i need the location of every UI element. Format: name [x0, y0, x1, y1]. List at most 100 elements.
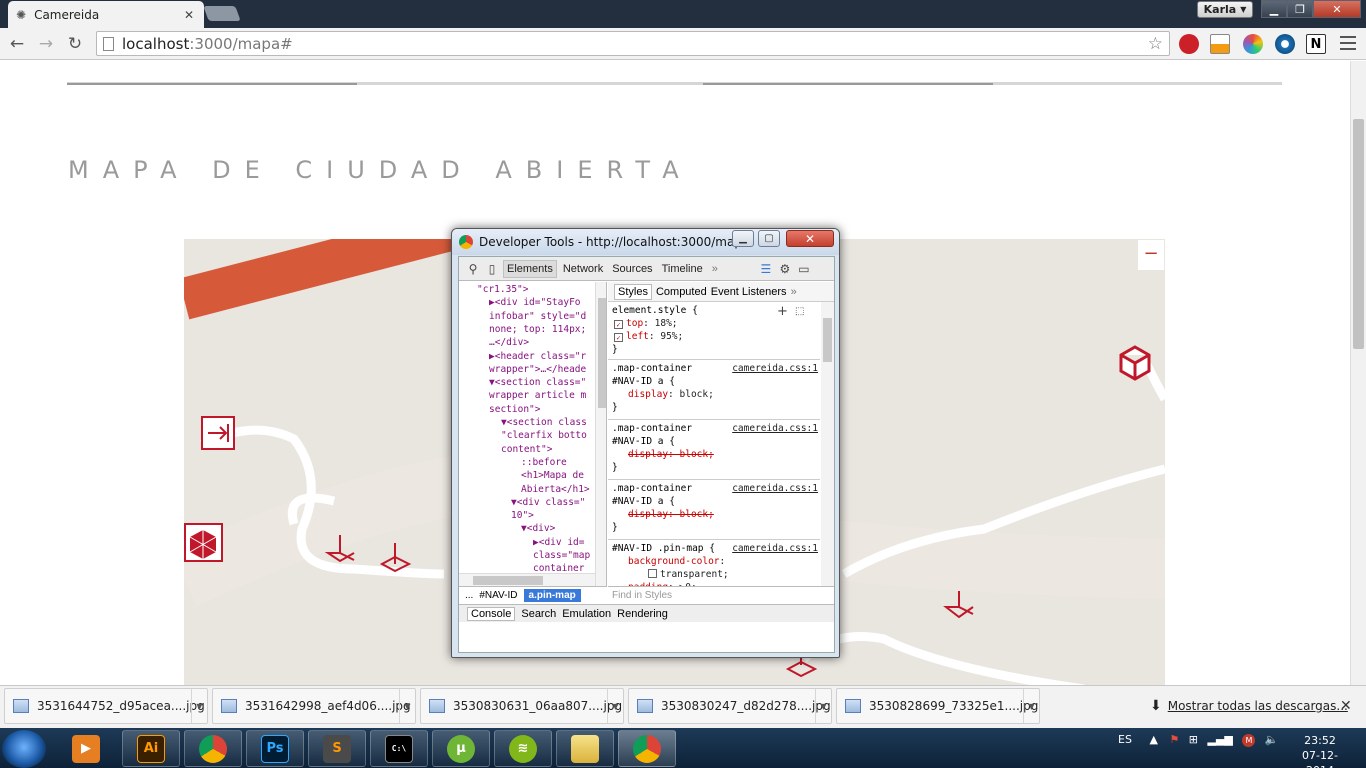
tab-emulation[interactable]: Emulation — [562, 608, 611, 620]
rule-source-link[interactable]: camereida.css:1 — [732, 422, 818, 435]
taskbar-utorrent[interactable]: µ — [432, 730, 490, 767]
news-extension-icon[interactable] — [1210, 34, 1230, 54]
reload-button[interactable]: ↻ — [64, 33, 86, 55]
dom-node-line[interactable]: ▼<section class — [501, 416, 587, 429]
dom-node-line[interactable]: "clearfix botto — [501, 429, 587, 442]
find-in-styles-input[interactable]: Find in Styles — [608, 586, 834, 604]
dom-node-line[interactable]: ▶<div id="StayFo — [489, 296, 581, 309]
close-window-button[interactable]: ✕ — [1313, 0, 1361, 18]
tab-timeline[interactable]: Timeline — [659, 261, 706, 277]
taskbar-chrome-active[interactable] — [618, 730, 676, 767]
dom-node-line[interactable]: Abierta</h1> — [521, 483, 590, 496]
address-bar[interactable]: localhost:3000/mapa# ☆ — [96, 31, 1170, 56]
download-menu-chevron-icon[interactable]: ▼ — [399, 689, 415, 723]
rule-source-link[interactable]: camereida.css:1 — [732, 542, 818, 555]
style-rule[interactable]: .map-container #NAV-ID a {camereida.css:… — [608, 482, 820, 540]
dom-node-line[interactable]: "cr1.35"> — [477, 283, 528, 296]
minimize-button[interactable]: ▁ — [1261, 0, 1287, 18]
scrollbar-thumb[interactable] — [473, 576, 543, 585]
tab-rendering[interactable]: Rendering — [617, 608, 668, 620]
show-all-downloads-link[interactable]: Mostrar todas las descargas... — [1168, 699, 1348, 713]
devtools-maximize-button[interactable]: ▢ — [758, 230, 780, 247]
back-button[interactable]: ← — [6, 33, 28, 55]
volume-icon[interactable]: 🔈 — [1265, 733, 1279, 746]
start-button[interactable] — [2, 730, 46, 768]
download-item[interactable]: 3530828699_73325e1....jpg ▼ — [836, 688, 1040, 724]
extension-globe-icon[interactable] — [1275, 34, 1295, 54]
show-all-downloads[interactable]: ⬇ Mostrar todas las descargas... — [1150, 698, 1348, 714]
usb-icon[interactable]: ⊞ — [1189, 733, 1198, 746]
taskbar-explorer[interactable] — [556, 730, 614, 767]
bookmark-star-icon[interactable]: ☆ — [1148, 34, 1163, 54]
style-property[interactable]: background-color: transparent; — [612, 555, 820, 581]
more-tabs-icon[interactable]: » — [709, 261, 721, 277]
tray-expand-icon[interactable]: ▲ — [1149, 733, 1157, 746]
mail-icon[interactable]: M — [1242, 734, 1256, 747]
dom-node-line[interactable]: wrapper article m — [489, 389, 586, 402]
tab-console[interactable]: Console — [467, 606, 516, 621]
devtools-minimize-button[interactable]: ▁ — [732, 230, 754, 247]
restore-button[interactable]: ❐ — [1287, 0, 1313, 18]
map-zoom-out-button[interactable]: − — [1138, 240, 1164, 270]
scrollbar-thumb[interactable] — [1353, 119, 1364, 349]
style-property[interactable]: display: block; — [612, 388, 820, 401]
elements-tree[interactable]: "cr1.35"> ▶<div id="StayFo infobar" style=… — [459, 282, 607, 586]
element-state-icon[interactable]: ⬚ — [795, 306, 804, 317]
dom-node-line[interactable]: class="map — [533, 549, 590, 562]
dom-node-line[interactable]: content"> — [501, 443, 552, 456]
download-bar-close-icon[interactable]: ✕ — [1340, 698, 1352, 714]
gear-icon[interactable]: ⚙ — [777, 261, 793, 277]
download-menu-chevron-icon[interactable]: ▼ — [1023, 689, 1039, 723]
breadcrumb-ellipsis[interactable]: ... — [465, 590, 473, 601]
tab-search[interactable]: Search — [521, 608, 556, 620]
download-menu-chevron-icon[interactable]: ▼ — [815, 689, 831, 723]
style-property[interactable]: ✓ left: 95%; — [612, 330, 820, 343]
scrollbar-thumb[interactable] — [598, 298, 606, 408]
clock[interactable]: 23:52 07-12-2014 — [1290, 733, 1350, 768]
style-property[interactable]: display: block; — [612, 508, 820, 521]
network-icon[interactable]: ▂▄▆ — [1208, 733, 1233, 746]
download-item[interactable]: 3530830247_d82d278....jpg ▼ — [628, 688, 832, 724]
breadcrumb-pin-map[interactable]: a.pin-map — [523, 589, 581, 602]
elements-scrollbar-h[interactable] — [459, 573, 595, 586]
tab-close-icon[interactable]: ✕ — [182, 8, 196, 22]
style-property[interactable]: display: block; — [612, 448, 820, 461]
taskbar-chrome[interactable] — [184, 730, 242, 767]
download-menu-chevron-icon[interactable]: ▼ — [607, 689, 623, 723]
tab-network[interactable]: Network — [560, 261, 606, 277]
style-rule[interactable]: element.style {✓ top: 18%; ✓ left: 95%;} — [608, 304, 820, 360]
dom-node-line[interactable]: ▼<div class=" — [511, 496, 585, 509]
dom-node-line[interactable]: wrapper">…</heade — [489, 363, 586, 376]
rule-source-link[interactable]: camereida.css:1 — [732, 482, 818, 495]
rule-source-link[interactable]: camereida.css:1 — [732, 362, 818, 375]
color-swatch[interactable] — [648, 569, 657, 578]
download-item[interactable]: 3531642998_aef4d06....jpg ▼ — [212, 688, 416, 724]
dom-node-line[interactable]: none; top: 114px; — [489, 323, 586, 336]
dom-node-line[interactable]: ▼<section class=" — [489, 376, 586, 389]
taskbar-illustrator[interactable]: Ai — [122, 730, 180, 767]
property-checkbox[interactable]: ✓ — [614, 333, 623, 342]
devtools-titlebar[interactable]: Developer Tools - http://localhost:3000/… — [452, 229, 839, 255]
flag-icon[interactable]: ⚑ — [1169, 733, 1179, 746]
elements-scrollbar-v[interactable] — [595, 282, 606, 586]
pin-arrow-in-icon[interactable] — [201, 416, 235, 450]
scrollbar-thumb[interactable] — [823, 318, 832, 362]
tab-event-listeners[interactable]: Event Listeners — [711, 286, 787, 298]
tab-elements[interactable]: Elements — [503, 259, 557, 278]
style-rule[interactable]: .map-container #NAV-ID a {camereida.css:… — [608, 362, 820, 420]
tab-camereida[interactable]: ✺ Camereida ✕ — [8, 1, 204, 28]
dom-node-line[interactable]: ▶<div id= — [533, 536, 584, 549]
pin-cube-filled-icon[interactable] — [184, 523, 223, 562]
dom-node-line[interactable]: infobar" style="d — [489, 310, 586, 323]
dom-node-line[interactable]: ▶<header class="r — [489, 350, 586, 363]
device-mode-icon[interactable]: ▯ — [484, 261, 500, 277]
style-rule[interactable]: .map-container #NAV-ID a {camereida.css:… — [608, 422, 820, 480]
style-property[interactable]: ✓ top: 18%; — [612, 317, 820, 330]
console-drawer-icon[interactable]: ☰ — [758, 261, 774, 277]
taskbar-sublime[interactable]: S — [308, 730, 366, 767]
tab-computed[interactable]: Computed — [656, 286, 707, 298]
menu-icon[interactable] — [1340, 36, 1356, 50]
dom-node-line[interactable]: ▼<div> — [521, 522, 555, 535]
breadcrumb-nav-id[interactable]: #NAV-ID — [479, 590, 517, 601]
style-rule[interactable]: #NAV-ID .pin-map {camereida.css:1 backgro… — [608, 542, 820, 586]
